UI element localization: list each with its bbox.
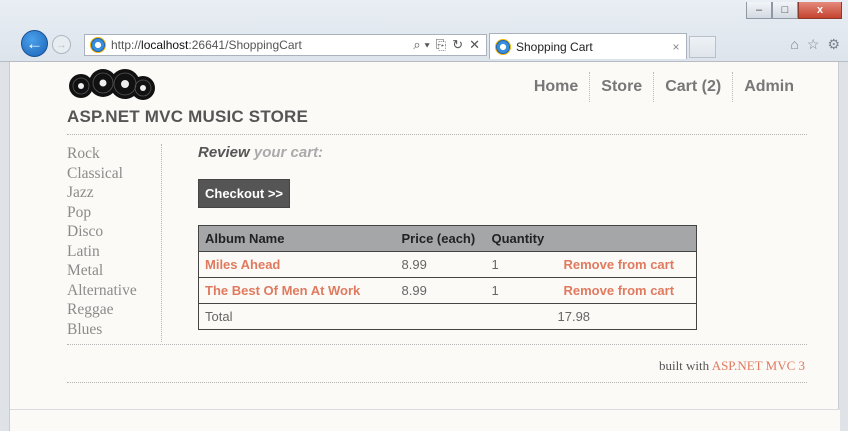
genre-link[interactable]: Alternative: [67, 281, 161, 301]
refresh-icon[interactable]: ↻: [452, 37, 463, 53]
genre-link[interactable]: Latin: [67, 242, 161, 262]
album-cell: The Best Of Men At Work: [198, 277, 396, 304]
col-album-name: Album Name: [198, 225, 396, 252]
genre-link[interactable]: Jazz: [67, 183, 161, 203]
col-quantity: Quantity: [485, 225, 552, 252]
checkout-button[interactable]: Checkout >>: [198, 179, 291, 208]
table-row: The Best Of Men At Work 8.99 1 Remove fr…: [198, 277, 697, 304]
cart-header-row: Album Name Price (each) Quantity: [198, 225, 697, 252]
remove-from-cart-link[interactable]: Remove from cart: [564, 257, 675, 272]
settings-gear-icon[interactable]: ⚙: [827, 36, 840, 53]
album-link[interactable]: The Best Of Men At Work: [205, 283, 360, 298]
remove-cell: Remove from cart: [551, 251, 697, 278]
back-button[interactable]: ←: [21, 30, 48, 57]
header-divider: [67, 134, 807, 135]
remove-cell: Remove from cart: [551, 277, 697, 304]
url-path: :26641/ShoppingCart: [188, 38, 302, 52]
price-cell: 8.99: [395, 277, 486, 304]
ie-page-icon: [90, 37, 106, 53]
site-title[interactable]: ASP.NET MVC MUSIC STORE: [67, 107, 308, 127]
maximize-button[interactable]: □: [772, 2, 798, 19]
empty-cell: [485, 303, 552, 330]
minimize-button[interactable]: –: [746, 2, 772, 19]
search-dropdown-icon[interactable]: ⌕ ▾: [413, 37, 429, 53]
cart-heading-rest: your cart:: [249, 144, 324, 161]
quantity-cell: 1: [485, 277, 552, 304]
address-url[interactable]: http://localhost:26641/ShoppingCart: [111, 38, 413, 52]
home-icon[interactable]: ⌂: [790, 36, 798, 53]
footer-prefix: built with: [658, 358, 712, 373]
address-bar[interactable]: http://localhost:26641/ShoppingCart ⌕ ▾ …: [84, 34, 487, 56]
footer-divider: [67, 382, 807, 383]
forward-button[interactable]: →: [52, 35, 71, 54]
address-tools: ⌕ ▾ ⎘ ↻ ✕: [413, 37, 486, 53]
genre-link[interactable]: Rock: [67, 144, 161, 164]
ie-tab-icon: [495, 38, 511, 55]
quantity-cell: 1: [485, 251, 552, 278]
nav-admin-link[interactable]: Admin: [732, 72, 805, 102]
genre-menu: Rock Classical Jazz Pop Disco Latin Meta…: [67, 144, 162, 342]
stop-icon[interactable]: ✕: [469, 37, 480, 53]
url-host: localhost: [141, 38, 189, 52]
total-row: Total 17.98: [198, 303, 697, 330]
browser-toolbar-icons: ⌂ ☆ ⚙: [790, 36, 840, 53]
content-divider: [67, 344, 807, 345]
empty-cell: [395, 303, 486, 330]
vinyl-records-logo[interactable]: [67, 66, 157, 104]
remove-from-cart-link[interactable]: Remove from cart: [564, 283, 675, 298]
favorites-star-icon[interactable]: ☆: [807, 36, 820, 53]
cart-heading-strong: Review: [198, 144, 250, 161]
page-bottom-edge: [10, 409, 840, 431]
new-tab-button[interactable]: [689, 36, 716, 58]
cart-heading: Review your cart:: [198, 144, 718, 161]
footer-brand-link[interactable]: ASP.NET MVC 3: [712, 358, 805, 373]
genre-link[interactable]: Blues: [67, 320, 161, 340]
tab-title: Shopping Cart: [516, 39, 593, 54]
browser-chrome: – □ x ← → http://localhost:26641/Shoppin…: [0, 0, 848, 62]
tab-close-icon[interactable]: ×: [666, 40, 686, 54]
total-label: Total: [198, 303, 396, 330]
genre-link[interactable]: Pop: [67, 203, 161, 223]
price-cell: 8.99: [395, 251, 486, 278]
window-controls: – □ x: [746, 2, 842, 19]
genre-link[interactable]: Reggae: [67, 300, 161, 320]
compat-view-icon[interactable]: ⎘: [436, 37, 446, 53]
url-scheme: http://: [111, 38, 142, 52]
album-cell: Miles Ahead: [198, 251, 396, 278]
nav-store-link[interactable]: Store: [589, 72, 653, 102]
cart-table: Album Name Price (each) Quantity Miles A…: [198, 225, 697, 330]
nav-home-link[interactable]: Home: [523, 72, 589, 102]
nav-cart-link[interactable]: Cart (2): [653, 72, 732, 102]
table-row: Miles Ahead 8.99 1 Remove from cart: [198, 251, 697, 278]
top-nav: Home Store Cart (2) Admin: [523, 72, 805, 102]
close-window-button[interactable]: x: [798, 2, 842, 19]
genre-link[interactable]: Classical: [67, 164, 161, 184]
cart-main: Review your cart: Checkout >>: [198, 144, 718, 208]
genre-link[interactable]: Disco: [67, 222, 161, 242]
footer-credit: built with ASP.NET MVC 3: [659, 358, 805, 374]
page-viewport: ASP.NET MVC MUSIC STORE Home Store Cart …: [9, 62, 840, 431]
album-link[interactable]: Miles Ahead: [205, 257, 280, 272]
genre-link[interactable]: Metal: [67, 261, 161, 281]
col-price: Price (each): [395, 225, 486, 252]
total-value: 17.98: [551, 303, 697, 330]
tab-shopping-cart[interactable]: Shopping Cart ×: [489, 33, 687, 59]
col-action: [551, 225, 697, 252]
